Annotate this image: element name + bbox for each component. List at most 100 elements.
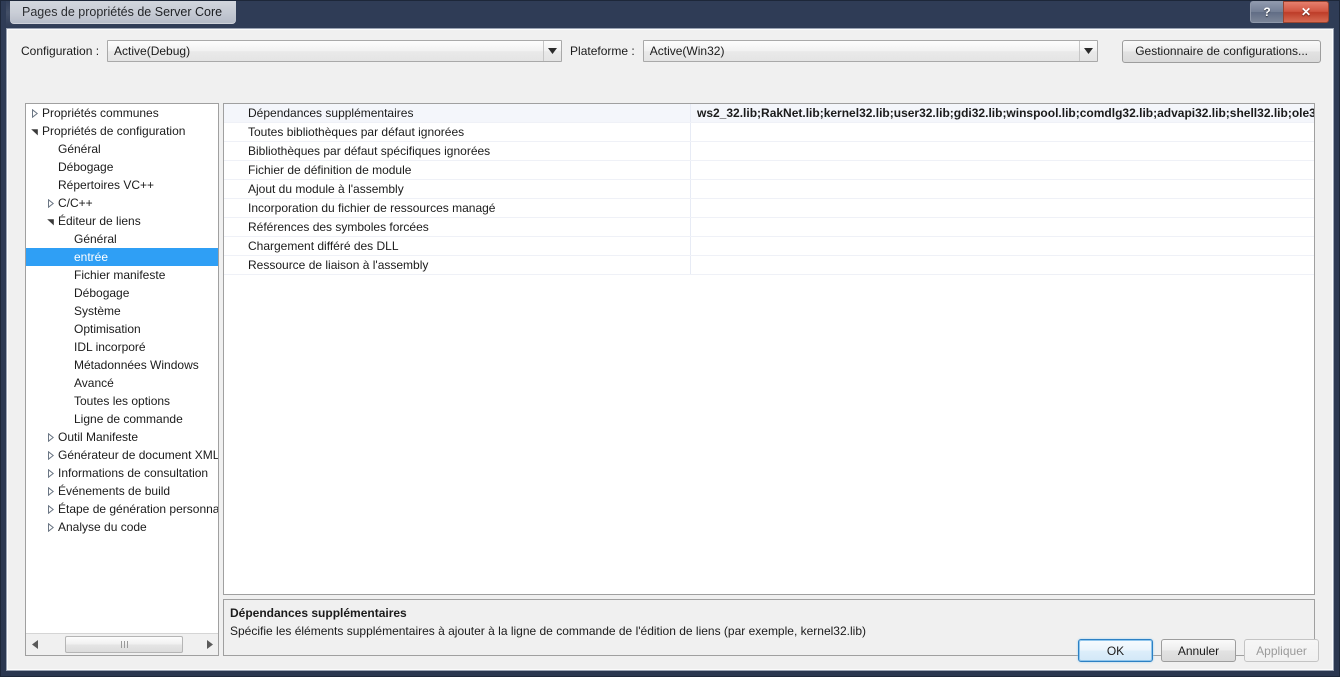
configuration-combobox[interactable]: Active(Debug) — [107, 40, 563, 62]
property-value[interactable] — [691, 161, 1314, 179]
tree-item-18[interactable]: Outil Manifeste — [26, 428, 218, 446]
tree-item-19[interactable]: Générateur de document XML — [26, 446, 218, 464]
tree-item-label: Étape de génération personnalisée — [58, 502, 218, 516]
tree-expander-collapsed-icon[interactable] — [26, 104, 42, 122]
tree-expander-expanded-icon[interactable] — [42, 212, 58, 230]
property-name: Dépendances supplémentaires — [224, 104, 691, 122]
chevron-down-icon[interactable] — [1078, 41, 1097, 61]
chevron-down-icon[interactable] — [543, 41, 561, 61]
property-row[interactable]: Fichier de définition de module — [224, 161, 1314, 180]
cancel-button[interactable]: Annuler — [1161, 639, 1236, 662]
tree-item-3[interactable]: Débogage — [26, 158, 218, 176]
property-name: Chargement différé des DLL — [224, 237, 691, 255]
tree-item-label: Débogage — [58, 160, 114, 174]
tree-expander-collapsed-icon[interactable] — [42, 446, 58, 464]
platform-combobox[interactable]: Active(Win32) — [642, 40, 1098, 62]
property-value[interactable] — [691, 199, 1314, 217]
tree-item-0[interactable]: Propriétés communes — [26, 104, 218, 122]
tree-item-7[interactable]: Général — [26, 230, 218, 248]
property-grid[interactable]: Dépendances supplémentaires ws2_32.lib;Ra… — [223, 103, 1315, 595]
property-row[interactable]: Toutes bibliothèques par défaut ignorées — [224, 123, 1314, 142]
help-button[interactable]: ? — [1250, 1, 1283, 23]
dialog-client-area: Configuration : Active(Debug) Plateforme… — [6, 28, 1334, 671]
property-row[interactable]: Incorporation du fichier de ressources m… — [224, 199, 1314, 218]
tree-item-1[interactable]: Propriétés de configuration — [26, 122, 218, 140]
property-value[interactable] — [691, 237, 1314, 255]
scroll-left-icon[interactable] — [26, 635, 43, 655]
tree-item-6[interactable]: Éditeur de liens — [26, 212, 218, 230]
tree-expander-collapsed-icon[interactable] — [42, 194, 58, 212]
close-button[interactable]: ✕ — [1283, 1, 1329, 23]
tree-item-8[interactable]: entrée — [26, 248, 218, 266]
property-row[interactable]: Ajout du module à l'assembly — [224, 180, 1314, 199]
apply-button[interactable]: Appliquer — [1244, 639, 1319, 662]
property-row[interactable]: Dépendances supplémentaires ws2_32.lib;Ra… — [224, 104, 1314, 123]
configuration-label: Configuration : — [21, 44, 100, 58]
tree-item-23[interactable]: Analyse du code — [26, 518, 218, 536]
tree-item-15[interactable]: Avancé — [26, 374, 218, 392]
tree-item-10[interactable]: Débogage — [26, 284, 218, 302]
tree-expander-collapsed-icon[interactable] — [42, 500, 58, 518]
tree-horizontal-scrollbar[interactable] — [26, 633, 218, 655]
scrollbar-thumb[interactable] — [65, 635, 183, 653]
tree-item-2[interactable]: Général — [26, 140, 218, 158]
property-name: Incorporation du fichier de ressources m… — [224, 199, 691, 217]
ok-button[interactable]: OK — [1078, 639, 1153, 662]
tree-expander-collapsed-icon[interactable] — [42, 464, 58, 482]
property-value[interactable] — [691, 180, 1314, 198]
tree-item-4[interactable]: Répertoires VC++ — [26, 176, 218, 194]
scroll-right-icon[interactable] — [201, 635, 218, 655]
tree-item-13[interactable]: IDL incorporé — [26, 338, 218, 356]
property-name: Références des symboles forcées — [224, 218, 691, 236]
tree-item-20[interactable]: Informations de consultation — [26, 464, 218, 482]
scrollbar-track[interactable] — [43, 635, 201, 655]
configuration-manager-button[interactable]: Gestionnaire de configurations... — [1122, 39, 1321, 63]
tree-expander-expanded-icon[interactable] — [26, 122, 42, 140]
tree-item-22[interactable]: Étape de génération personnalisée — [26, 500, 218, 518]
tree-expander-collapsed-icon[interactable] — [42, 428, 58, 446]
property-value[interactable] — [691, 142, 1314, 160]
property-value[interactable] — [691, 123, 1314, 141]
property-tree[interactable]: Propriétés communes Propriétés de configu… — [26, 104, 218, 633]
tree-item-21[interactable]: Événements de build — [26, 482, 218, 500]
description-title: Dépendances supplémentaires — [230, 606, 407, 620]
tree-item-5[interactable]: C/C++ — [26, 194, 218, 212]
tree-item-label: Événements de build — [58, 484, 171, 498]
property-name: Toutes bibliothèques par défaut ignorées — [224, 123, 691, 141]
property-value[interactable] — [691, 218, 1314, 236]
property-row[interactable]: Références des symboles forcées — [224, 218, 1314, 237]
property-value[interactable]: ws2_32.lib;RakNet.lib;kernel32.lib;user3… — [691, 104, 1314, 122]
tree-item-12[interactable]: Optimisation — [26, 320, 218, 338]
tree-item-14[interactable]: Métadonnées Windows — [26, 356, 218, 374]
tree-item-11[interactable]: Système — [26, 302, 218, 320]
tree-item-label: Métadonnées Windows — [74, 358, 199, 372]
property-value[interactable] — [691, 256, 1314, 274]
platform-label: Plateforme : — [570, 44, 635, 58]
tree-expander-collapsed-icon[interactable] — [42, 518, 58, 536]
property-row[interactable]: Chargement différé des DLL — [224, 237, 1314, 256]
tree-item-9[interactable]: Fichier manifeste — [26, 266, 218, 284]
tree-item-17[interactable]: Ligne de commande — [26, 410, 218, 428]
tree-item-16[interactable]: Toutes les options — [26, 392, 218, 410]
tree-expander-collapsed-icon[interactable] — [42, 482, 58, 500]
configuration-combobox-value: Active(Debug) — [114, 44, 191, 58]
property-row[interactable]: Bibliothèques par défaut spécifiques ign… — [224, 142, 1314, 161]
property-row[interactable]: Ressource de liaison à l'assembly — [224, 256, 1314, 275]
